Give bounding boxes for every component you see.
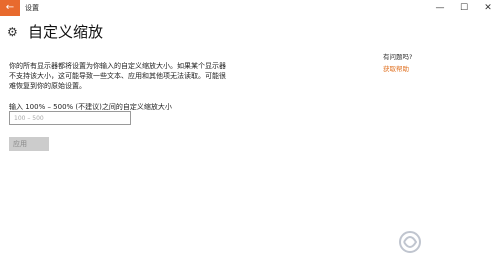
minimize-button[interactable]: —	[428, 0, 452, 16]
title-bar: ← 设置 — ☐ ✕	[0, 0, 500, 16]
get-help-link[interactable]: 获取帮助	[383, 65, 409, 74]
page-title: 自定义缩放	[28, 23, 104, 41]
watermark-logo	[399, 231, 421, 253]
maximize-button[interactable]: ☐	[452, 0, 476, 16]
apply-button[interactable]: 应用	[9, 137, 49, 151]
window-controls: — ☐ ✕	[428, 0, 500, 16]
window-title: 设置	[25, 4, 39, 12]
help-question: 有问题吗?	[383, 53, 413, 61]
back-button[interactable]: ←	[0, 0, 20, 16]
back-arrow-icon: ←	[5, 2, 15, 13]
custom-scale-input[interactable]	[9, 111, 131, 125]
close-button[interactable]: ✕	[476, 0, 500, 16]
gear-icon: ⚙	[7, 25, 18, 39]
description-text: 你的所有显示器都将设置为你输入的自定义缩放大小。如果某个显示器不支持该大小，这可…	[9, 62, 226, 90]
